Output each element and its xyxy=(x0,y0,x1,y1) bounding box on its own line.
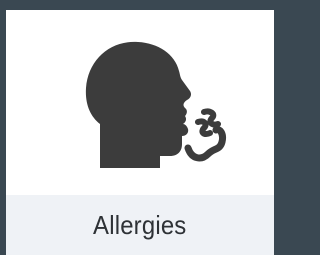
allergies-tile[interactable]: Allergies xyxy=(6,10,274,255)
tile-icon-area xyxy=(6,10,274,195)
tile-label: Allergies xyxy=(93,209,187,240)
tile-label-area: Allergies xyxy=(6,195,274,255)
sneezing-face-icon xyxy=(74,38,234,168)
